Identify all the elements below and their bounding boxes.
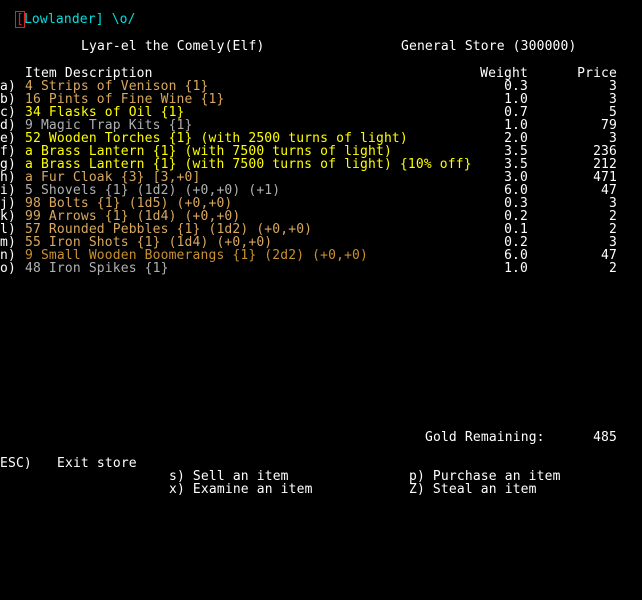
prompt-text: Lowlander] \o/ bbox=[23, 12, 136, 27]
item-price: 2 bbox=[609, 261, 617, 276]
item-weight: 1.0 bbox=[504, 261, 528, 276]
exit-key[interactable]: ESC) bbox=[0, 457, 32, 470]
steal-command[interactable]: Z) Steal an item bbox=[409, 483, 537, 496]
item-description[interactable]: 48 Iron Spikes {1} bbox=[25, 262, 169, 275]
item-key[interactable]: o) bbox=[0, 262, 16, 275]
character-name: Lyar-el the Comely(Elf) bbox=[81, 39, 265, 54]
prompt-line: [Lowlander] \o/ bbox=[0, 0, 136, 28]
store-title: General Store (300000) bbox=[401, 39, 577, 54]
cursor: [ bbox=[14, 11, 25, 28]
examine-command[interactable]: x) Examine an item bbox=[169, 483, 313, 496]
gold-value: 485 bbox=[593, 430, 617, 445]
exit-store-command[interactable]: Exit store bbox=[57, 457, 137, 470]
gold-label: Gold Remaining: bbox=[425, 430, 545, 445]
